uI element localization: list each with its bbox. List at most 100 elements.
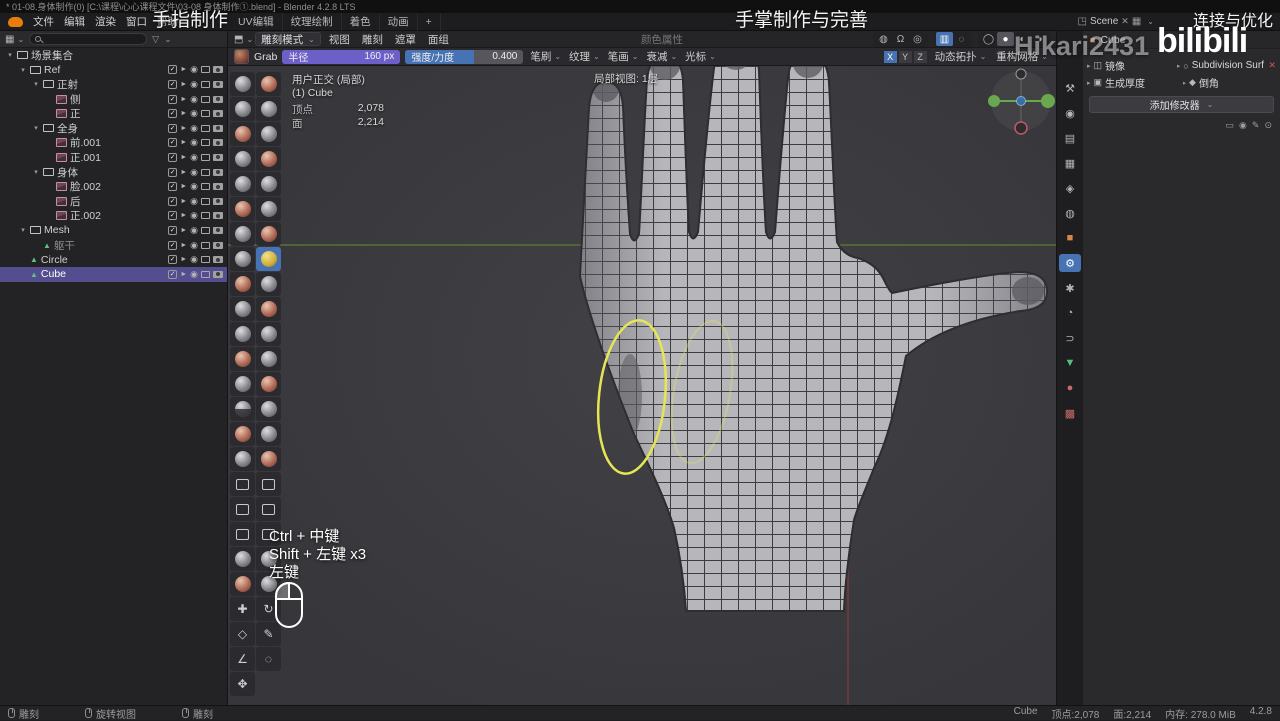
camera-visibility-icon[interactable] <box>213 168 223 176</box>
selectable-icon[interactable]: ► <box>180 125 187 132</box>
checkbox-icon[interactable]: ✓ <box>168 182 178 192</box>
workspace-tab-UV编辑[interactable]: UV编辑 <box>230 13 283 31</box>
panel-笔画[interactable]: 笔画 ⌄ <box>606 49 641 64</box>
expand-icon[interactable]: ▸ <box>1087 62 1091 70</box>
camera-visibility-icon[interactable] <box>213 153 223 161</box>
disclosure-icon[interactable]: ▾ <box>19 66 27 74</box>
viewport-3d[interactable] <box>228 66 1056 705</box>
properties-tab-object-data[interactable]: ▼ <box>1059 354 1081 372</box>
panel-纹理[interactable]: 纹理 ⌄ <box>567 49 602 64</box>
panel-动态拓扑[interactable]: 动态拓扑 ⌄ <box>933 49 989 64</box>
eye-icon[interactable]: ◉ <box>190 109 198 118</box>
viewport-visibility-icon[interactable] <box>201 95 210 103</box>
view-layer-icon[interactable]: ▦ <box>1132 16 1141 27</box>
tool-box-face-set[interactable] <box>230 497 255 521</box>
viewport-visibility-icon[interactable] <box>201 197 210 205</box>
eye-icon[interactable]: ◉ <box>190 94 198 104</box>
selectable-icon[interactable]: ► <box>180 212 187 219</box>
camera-visibility-icon[interactable] <box>213 212 223 220</box>
viewport-visibility-icon[interactable] <box>201 226 210 234</box>
panel-衰减[interactable]: 衰减 ⌄ <box>644 49 679 64</box>
workspace-tab-着色[interactable]: 着色 <box>342 13 380 31</box>
properties-tab-physics[interactable]: ◔ <box>1059 304 1081 322</box>
modifier-Subdivision Surface[interactable]: ▸○Subdivision Surface <box>1177 60 1265 71</box>
mirror-x-button[interactable]: X <box>882 49 898 64</box>
outliner-row-身体[interactable]: ▾ 身体 ✓ ► ◉ <box>0 165 227 180</box>
selectable-icon[interactable]: ► <box>180 81 187 88</box>
tool-elastic-deform[interactable] <box>230 272 255 296</box>
workspace-tab-纹理绘制[interactable]: 纹理绘制 <box>283 13 342 31</box>
viewport-visibility-icon[interactable] <box>201 183 210 191</box>
close-icon[interactable]: ✕ <box>1268 60 1276 71</box>
modifier-生成厚度[interactable]: ▸ ▣ 生成厚度 <box>1087 75 1181 90</box>
tool-scrape[interactable] <box>230 222 255 246</box>
tool-inflate[interactable] <box>230 147 255 171</box>
modifier-倒角[interactable]: ▸ ◆ 倒角 <box>1183 75 1277 90</box>
viewport-visibility-icon[interactable] <box>201 110 210 118</box>
eye-icon[interactable]: ◉ <box>190 123 198 133</box>
properties-tab-texture[interactable]: ▩ <box>1059 404 1081 422</box>
eye-icon[interactable]: ◉ <box>190 269 198 279</box>
tool-color-filter[interactable] <box>230 572 255 596</box>
viewport-menu-雕刻[interactable]: 雕刻 <box>356 32 389 47</box>
tool-nudge[interactable] <box>230 322 255 346</box>
camera-visibility-icon[interactable] <box>213 183 223 191</box>
checkbox-icon[interactable]: ✓ <box>168 240 178 250</box>
tool-multires-smear[interactable] <box>256 422 281 446</box>
orientation-globe-icon[interactable]: ◍ <box>875 32 892 46</box>
checkbox-icon[interactable]: ✓ <box>168 211 178 221</box>
selectable-icon[interactable]: ► <box>180 139 187 146</box>
viewport-visibility-icon[interactable] <box>201 241 210 249</box>
viewport-menu-面组[interactable]: 面组 <box>422 32 455 47</box>
workspace-tab-+[interactable]: + <box>418 13 441 31</box>
tool-layer[interactable] <box>256 122 281 146</box>
tool-cloth[interactable] <box>230 372 255 396</box>
tool-thumb[interactable] <box>230 297 255 321</box>
disclosure-icon[interactable]: ▾ <box>32 124 40 132</box>
viewport-visibility-icon[interactable] <box>201 139 210 147</box>
tool-transform[interactable]: ◇ <box>230 622 255 646</box>
checkbox-icon[interactable]: ✓ <box>168 94 178 104</box>
checkbox-icon[interactable]: ✓ <box>168 269 178 279</box>
viewport-editor-icon[interactable]: ⬒ ⌄ <box>234 34 253 45</box>
scene-selector[interactable]: ◳ Scene ✕ ▦ ⌄ <box>1077 16 1154 27</box>
tool-smooth[interactable] <box>256 172 281 196</box>
menu-窗口[interactable]: 窗口 <box>121 14 152 29</box>
tool-rotate[interactable] <box>256 322 281 346</box>
tool-simulate[interactable] <box>256 372 281 396</box>
camera-visibility-icon[interactable] <box>213 110 223 118</box>
outliner-row-Cube[interactable]: ▲ Cube ✓ ► ◉ <box>0 266 227 282</box>
outliner-row-全身[interactable]: ▾ 全身 ✓ ► ◉ <box>0 121 227 136</box>
tool-smear[interactable] <box>256 447 281 471</box>
outliner-row-场景集合[interactable]: ▾ 场景集合 <box>0 48 227 63</box>
tool-flatten[interactable] <box>230 197 255 221</box>
checkbox-icon[interactable]: ✓ <box>168 79 178 89</box>
selectable-icon[interactable]: ► <box>180 227 187 234</box>
outliner-row-Ref[interactable]: ▾ Ref ✓ ► ◉ <box>0 63 227 78</box>
mirror-z-button[interactable]: Z <box>912 49 928 64</box>
unlink-icon[interactable]: ✕ <box>1121 16 1129 27</box>
camera-visibility-icon[interactable] <box>213 95 223 103</box>
camera-visibility-icon[interactable] <box>213 124 223 132</box>
shading-solid-icon[interactable]: ● <box>997 32 1015 46</box>
xray-toggle-icon[interactable]: ▥ <box>936 32 954 46</box>
checkbox-icon[interactable]: ✓ <box>168 225 178 235</box>
tool-box-trim[interactable] <box>256 497 281 521</box>
checkbox-icon[interactable]: ✓ <box>168 138 178 148</box>
tool-fill[interactable] <box>256 197 281 221</box>
display-cage-icon[interactable]: ⊙ <box>1264 120 1272 131</box>
tool-draw-sharp[interactable] <box>256 72 281 96</box>
viewport-visibility-icon[interactable] <box>201 124 210 132</box>
tool-pinch[interactable] <box>230 247 255 271</box>
properties-tab-tool[interactable]: ⚒ <box>1059 79 1081 97</box>
viewport-visibility-icon[interactable] <box>201 212 210 220</box>
tool-multi-plane-scrape[interactable] <box>256 222 281 246</box>
snap-magnet-icon[interactable]: Ω <box>892 32 909 46</box>
eye-icon[interactable]: ◉ <box>190 225 198 235</box>
checkbox-icon[interactable]: ✓ <box>168 123 178 133</box>
mirror-y-button[interactable]: Y <box>897 49 913 64</box>
eye-icon[interactable]: ◉ <box>190 196 198 206</box>
outliner-row-正.002[interactable]: 正.002 ✓ ► ◉ <box>0 209 227 224</box>
panel-笔刷[interactable]: 笔刷 ⌄ <box>528 49 563 64</box>
properties-tab-object[interactable]: ■ <box>1059 229 1081 247</box>
